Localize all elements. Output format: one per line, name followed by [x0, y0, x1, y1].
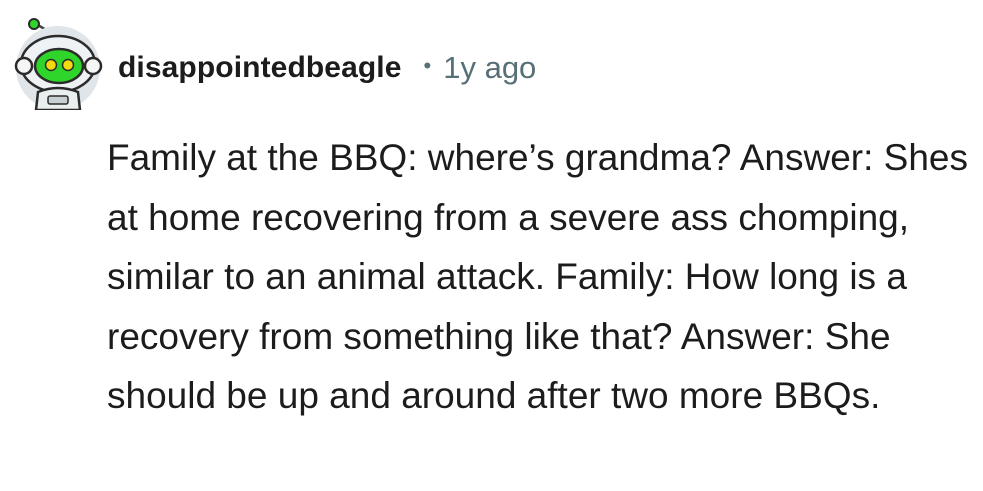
comment-body: Family at the BBQ: where’s grandma? Answ…: [107, 137, 968, 416]
author-username[interactable]: disappointedbeagle: [118, 51, 402, 85]
comment-timestamp[interactable]: 1y ago: [443, 50, 536, 86]
snoo-astronaut-avatar-icon[interactable]: [12, 18, 108, 112]
comment-header: disappointedbeagle • 1y ago: [118, 44, 536, 92]
separator-dot: •: [423, 53, 432, 78]
comment: disappointedbeagle • 1y ago Family at th…: [0, 0, 983, 491]
